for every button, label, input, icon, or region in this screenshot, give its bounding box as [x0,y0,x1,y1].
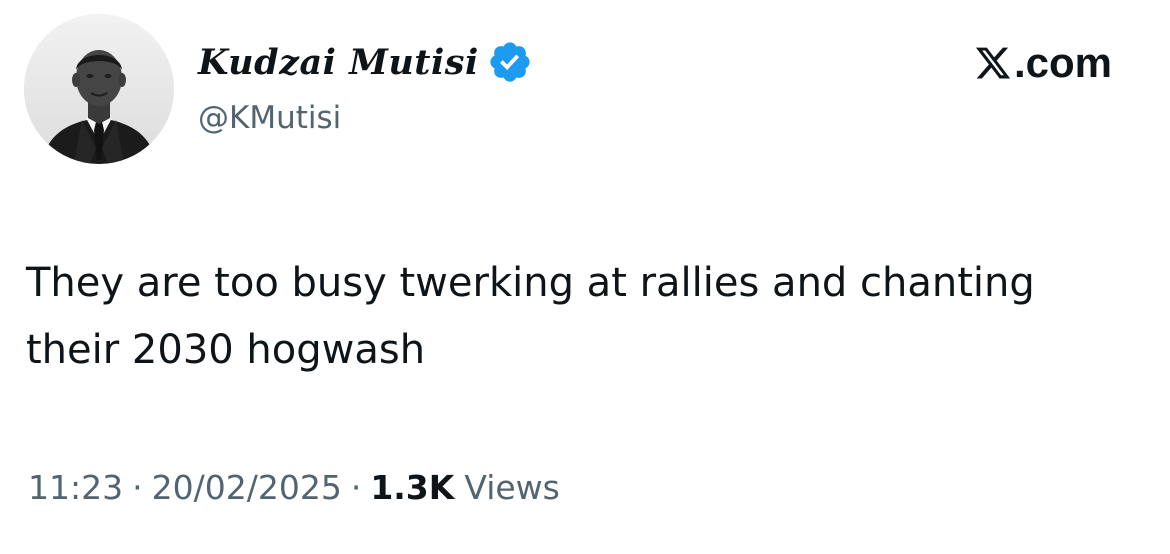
profile-photo [24,14,174,164]
brand-watermark: .com [974,38,1112,88]
meta-separator: · [350,468,362,507]
verified-badge-icon [490,42,530,82]
tweet-meta: 11:23 · 20/02/2025 · 1.3K Views [28,468,560,507]
brand-text: .com [1013,39,1112,86]
avatar[interactable] [24,14,174,164]
meta-separator: · [132,468,143,507]
x-logo-icon [975,47,1011,79]
tweet-card: Kudzai Mutisi @KMutisi .com They are too… [0,0,1170,554]
views-label[interactable]: Views [464,468,560,507]
author-display-name[interactable]: Kudzai Mutisi [198,42,479,83]
author-name-row: Kudzai Mutisi [198,38,533,86]
author-handle[interactable]: @KMutisi [198,100,341,136]
tweet-date[interactable]: 20/02/2025 [152,468,342,507]
views-count[interactable]: 1.3K [370,468,454,507]
tweet-text: They are too busy twerking at rallies an… [26,260,1035,373]
tweet-time[interactable]: 11:23 [28,468,123,507]
